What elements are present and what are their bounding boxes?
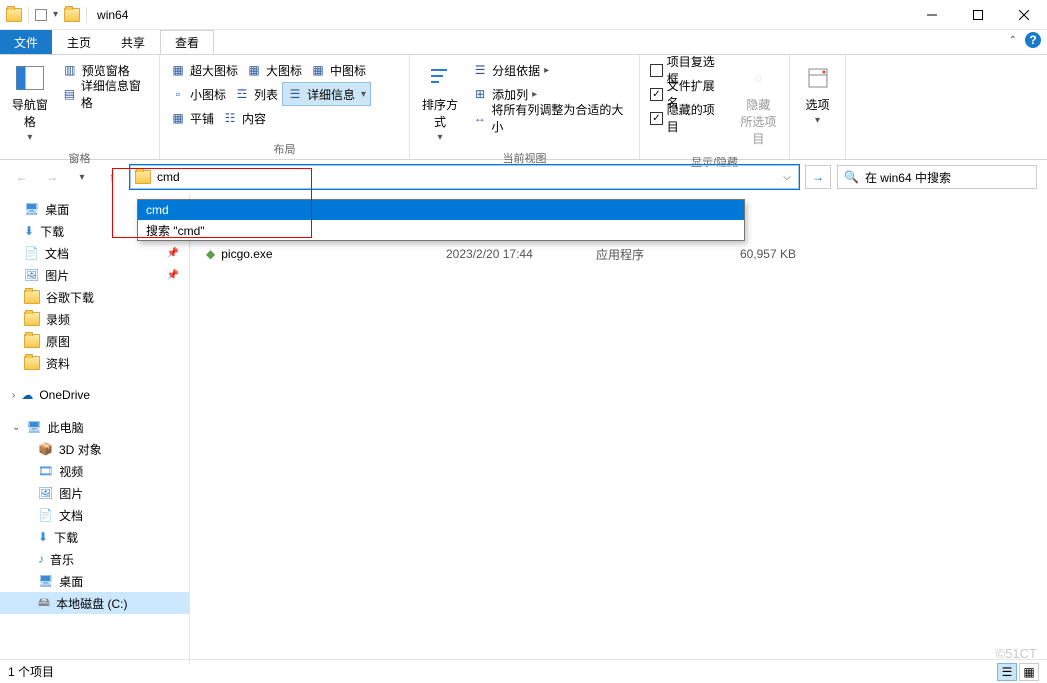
search-placeholder: 在 win64 中搜索 — [865, 169, 951, 186]
file-row[interactable]: ◆ picgo.exe 2023/2/20 17:44 应用程序 60,957 K… — [206, 244, 1027, 264]
sidebar-item-cdrive[interactable]: 🖴本地磁盘 (C:) — [0, 592, 189, 614]
nav-pane-icon — [16, 66, 44, 90]
close-button[interactable] — [1001, 0, 1047, 30]
hidden-items[interactable]: ✓隐藏的项目 — [646, 106, 730, 130]
sidebar-item-music[interactable]: ♪音乐 — [0, 548, 189, 570]
group-layout-label: 布局 — [166, 138, 403, 159]
layout-details[interactable]: ☰详细信息▾ — [282, 82, 371, 106]
layout-l[interactable]: ▦大图标 — [242, 58, 306, 82]
qat-checkbox[interactable] — [35, 9, 47, 21]
layout-tiles[interactable]: ▦平铺 — [166, 106, 218, 130]
layout-list[interactable]: ☲列表 — [230, 82, 282, 106]
tab-file[interactable]: 文件 — [0, 30, 52, 54]
file-size: 60,957 KB — [706, 247, 796, 261]
maximize-button[interactable] — [955, 0, 1001, 30]
ribbon-tabs: 文件 主页 共享 查看 ⌃ ? — [0, 30, 1047, 54]
address-dropdown-button[interactable]: ⌵ — [778, 166, 796, 188]
address-row: ← → ▾ ↑ ⌵ → 🔍 在 win64 中搜索 — [0, 160, 1047, 194]
folder-icon — [64, 8, 80, 22]
folder-icon — [6, 8, 22, 22]
sidebar-item-pictures[interactable]: 🖼图片 — [0, 482, 189, 504]
quick-access-toolbar: ▾ — [0, 7, 93, 23]
item-count: 1 个项目 — [8, 663, 54, 680]
sort-label: 排序方式 — [418, 96, 462, 130]
address-suggestions: cmd 搜索 "cmd" — [137, 199, 745, 241]
go-button[interactable]: → — [805, 165, 831, 189]
tab-share[interactable]: 共享 — [106, 30, 160, 54]
sidebar-item-3d[interactable]: 📦3D 对象 — [0, 438, 189, 460]
up-button[interactable]: ↑ — [100, 165, 124, 189]
window-title: win64 — [93, 8, 909, 22]
file-name: picgo.exe — [221, 247, 272, 261]
status-bar: 1 个项目 ☰ ▦ — [0, 659, 1047, 683]
sidebar-item-downloads[interactable]: ⬇下载 — [0, 526, 189, 548]
sidebar-item-video[interactable]: 🎞视频 — [0, 460, 189, 482]
sidebar-item-folder[interactable]: 谷歌下载 — [0, 286, 189, 308]
tab-view[interactable]: 查看 — [160, 30, 214, 54]
tab-home[interactable]: 主页 — [52, 30, 106, 54]
layout-xl[interactable]: ▦超大图标 — [166, 58, 242, 82]
forward-button[interactable]: → — [40, 165, 64, 189]
folder-icon — [135, 170, 151, 184]
help-icon[interactable]: ? — [1025, 32, 1041, 48]
options-label: 选项 — [805, 96, 829, 113]
hide-selected-button[interactable]: ◌ 隐藏 所选项目 — [734, 58, 783, 151]
groupby-button[interactable]: ☰分组依据▸ — [468, 58, 633, 82]
sidebar-item-onedrive[interactable]: ›☁OneDrive — [0, 384, 189, 406]
nav-pane-button[interactable]: 导航窗格 ▾ — [6, 58, 54, 147]
sidebar-item-documents[interactable]: 📄文档 — [0, 504, 189, 526]
minimize-button[interactable] — [909, 0, 955, 30]
file-date: 2023/2/20 17:44 — [446, 247, 596, 261]
details-view-button[interactable]: ☰ — [997, 663, 1017, 681]
options-icon — [802, 62, 834, 94]
address-input[interactable] — [157, 167, 794, 187]
sidebar-item-folder[interactable]: 资料 — [0, 352, 189, 374]
fitcols-button[interactable]: ↔将所有列调整为合适的大小 — [468, 106, 633, 130]
layout-s[interactable]: ▫小图标 — [166, 82, 230, 106]
suggestion-item[interactable]: 搜索 "cmd" — [138, 220, 744, 240]
hide-icon: ◌ — [742, 62, 774, 94]
sidebar-item-folder[interactable]: 原图 — [0, 330, 189, 352]
search-box[interactable]: 🔍 在 win64 中搜索 — [837, 165, 1037, 189]
navigation-pane: 🖥桌面📌 ⬇下载📌 📄文档📌 🖼图片📌 谷歌下载 录频 原图 资料 ›☁OneD… — [0, 194, 190, 664]
suggestion-item[interactable]: cmd — [138, 200, 744, 220]
file-type: 应用程序 — [596, 246, 706, 263]
ribbon: 导航窗格 ▾ ▥预览窗格 ▤详细信息窗格 窗格 ▦超大图标 ▦大图标 ▦中图标 … — [0, 54, 1047, 160]
sidebar-item-desktop[interactable]: 🖥桌面 — [0, 570, 189, 592]
search-icon: 🔍 — [844, 170, 859, 184]
recent-locations-button[interactable]: ▾ — [70, 165, 94, 189]
sidebar-item-documents[interactable]: 📄文档📌 — [0, 242, 189, 264]
layout-content[interactable]: ☷内容 — [218, 106, 270, 130]
sidebar-item-thispc[interactable]: ⌄🖥此电脑 — [0, 416, 189, 438]
sort-icon — [427, 66, 453, 90]
details-pane-button[interactable]: ▤详细信息窗格 — [58, 82, 153, 106]
icons-view-button[interactable]: ▦ — [1019, 663, 1039, 681]
file-list[interactable]: ◆ picgo.exe 2023/2/20 17:44 应用程序 60,957 K… — [190, 194, 1047, 664]
watermark: ©51CT — [996, 646, 1037, 661]
hide-label: 隐藏 所选项目 — [736, 96, 781, 147]
title-bar: ▾ win64 — [0, 0, 1047, 30]
sidebar-item-pictures[interactable]: 🖼图片📌 — [0, 264, 189, 286]
back-button[interactable]: ← — [10, 165, 34, 189]
nav-pane-label: 导航窗格 — [8, 96, 52, 130]
layout-m[interactable]: ▦中图标 — [306, 58, 370, 82]
address-bar[interactable]: ⌵ — [130, 165, 799, 189]
sidebar-item-folder[interactable]: 录频 — [0, 308, 189, 330]
collapse-ribbon-icon[interactable]: ⌃ — [1009, 35, 1017, 46]
options-button[interactable]: 选项▾ — [796, 58, 839, 130]
exe-icon: ◆ — [206, 247, 215, 261]
qat-dropdown[interactable]: ▾ — [53, 9, 58, 20]
sort-button[interactable]: 排序方式▾ — [416, 58, 464, 147]
